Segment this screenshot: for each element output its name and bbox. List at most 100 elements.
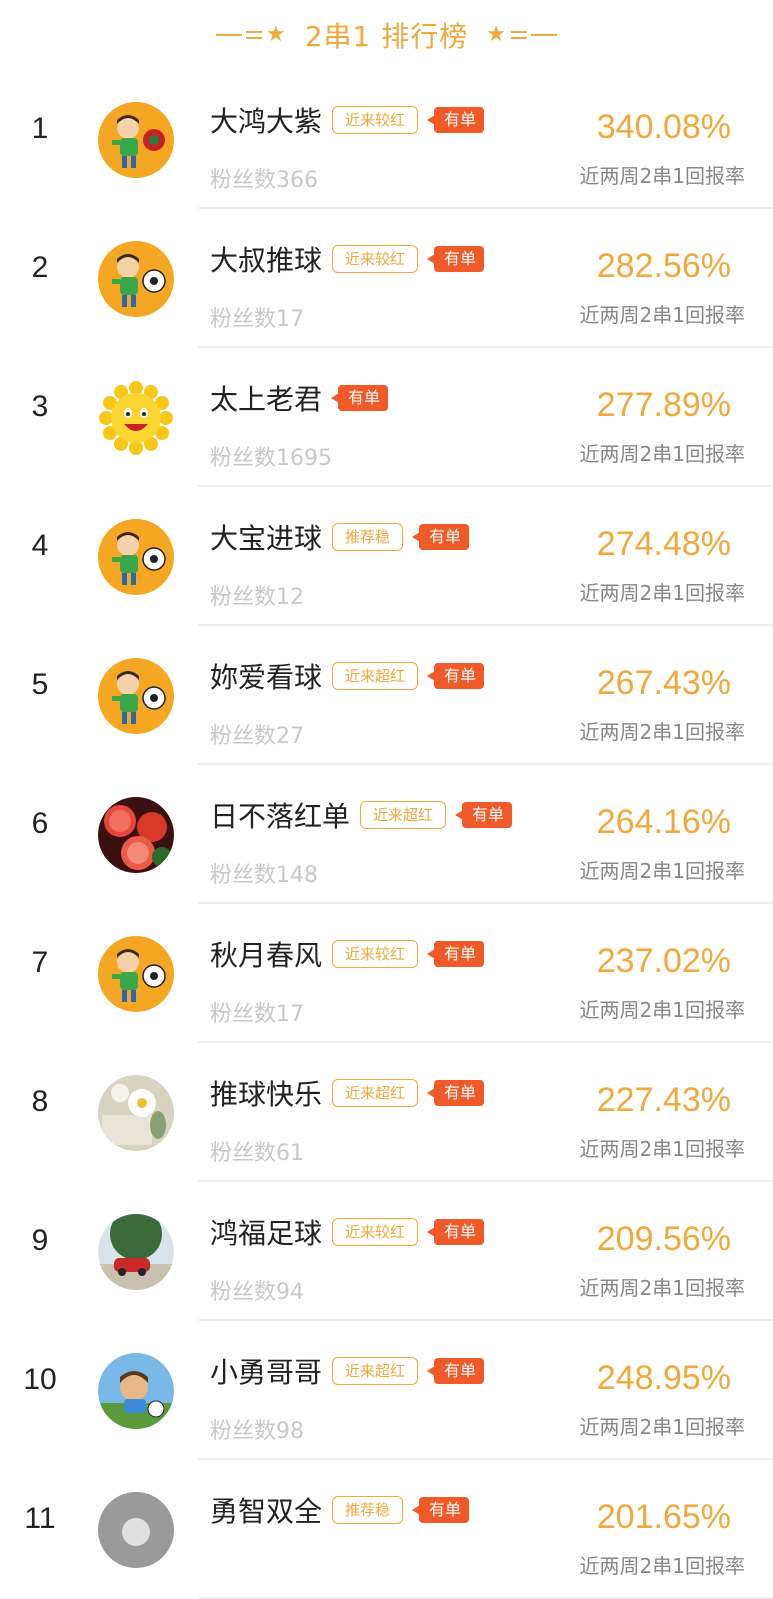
user-name[interactable]: 小勇哥哥: [210, 1351, 322, 1391]
fan-count: 粉丝数61: [210, 1141, 304, 1166]
right-decoration-icon: ★: [486, 24, 557, 46]
return-rate: 264.16%: [596, 803, 731, 841]
avatar[interactable]: [98, 1214, 174, 1290]
ranking-row[interactable]: 7 秋月春风 近来较红 有单 粉丝数17 237.02% 近两周2串1回报率: [0, 904, 773, 1043]
avatar[interactable]: [98, 1353, 174, 1429]
status-tag: 近来超红: [332, 662, 419, 690]
status-tag: 近来较红: [332, 245, 419, 273]
fan-count: 粉丝数148: [210, 863, 318, 888]
return-rate-label: 近两周2串1回报率: [579, 1554, 745, 1578]
return-rate-label: 近两周2串1回报率: [579, 164, 745, 188]
return-rate: 282.56%: [596, 247, 731, 285]
rank-number: 5: [31, 668, 49, 701]
rank-number: 4: [31, 529, 49, 562]
left-decoration-icon: ★: [216, 24, 287, 46]
status-tag: 近来超红: [332, 1357, 419, 1385]
ranking-row[interactable]: 1 大鸿大紫 近来较红 有单 粉丝数366 340.08% 近两周2串1回报率: [0, 70, 773, 209]
avatar[interactable]: [98, 658, 174, 734]
ranking-row[interactable]: 6 日不落红单 近来超红 有单 粉丝数148 264.16% 近两周2串1回报率: [0, 765, 773, 904]
user-name[interactable]: 勇智双全: [210, 1490, 322, 1530]
rank-number: 10: [23, 1363, 57, 1396]
avatar[interactable]: [98, 380, 174, 456]
rank-number: 11: [24, 1502, 56, 1535]
user-name[interactable]: 大宝进球: [210, 517, 322, 557]
ranking-row[interactable]: 10 小勇哥哥 近来超红 有单 粉丝数98 248.95% 近两周2串1回报率: [0, 1321, 773, 1460]
has-order-badge[interactable]: 有单: [427, 1358, 485, 1384]
name-line: 秋月春风 近来较红 有单: [210, 934, 485, 974]
has-order-badge[interactable]: 有单: [455, 802, 513, 828]
user-name[interactable]: 太上老君: [210, 378, 322, 418]
fan-count: 粉丝数94: [210, 1280, 304, 1305]
return-rate: 274.48%: [596, 525, 731, 563]
ranking-row[interactable]: 8 推球快乐 近来超红 有单 粉丝数61 227.43% 近两周2串1回报率: [0, 1043, 773, 1182]
status-tag: 推荐稳: [332, 523, 404, 551]
avatar[interactable]: [98, 1492, 174, 1568]
avatar[interactable]: [98, 797, 174, 873]
fan-count: 粉丝数17: [210, 307, 304, 332]
name-line: 大鸿大紫 近来较红 有单: [210, 100, 485, 140]
avatar[interactable]: [98, 519, 174, 595]
avatar[interactable]: [98, 1075, 174, 1151]
has-order-badge[interactable]: 有单: [427, 941, 485, 967]
status-tag: 近来较红: [332, 1218, 419, 1246]
return-rate-label: 近两周2串1回报率: [579, 998, 745, 1022]
avatar[interactable]: [98, 241, 174, 317]
status-tag: 近来较红: [332, 106, 419, 134]
fan-count: 粉丝数12: [210, 585, 304, 610]
return-rate-label: 近两周2串1回报率: [579, 859, 745, 883]
has-order-badge[interactable]: 有单: [427, 246, 485, 272]
ranking-row[interactable]: 3 太上老君 有单 粉丝数1695 277.89% 近两周2串1回报率: [0, 348, 773, 487]
ranking-row[interactable]: 11 勇智双全 推荐稳 有单 201.65% 近两周2串1回报率: [0, 1460, 773, 1599]
name-line: 妳爱看球 近来超红 有单: [210, 656, 485, 696]
rank-number: 8: [31, 1085, 49, 1118]
user-name[interactable]: 秋月春风: [210, 934, 322, 974]
user-name[interactable]: 推球快乐: [210, 1073, 322, 1113]
return-rate: 267.43%: [596, 664, 731, 702]
has-order-badge[interactable]: 有单: [412, 1497, 470, 1523]
user-name[interactable]: 妳爱看球: [210, 656, 322, 696]
ranking-header: ★ 2串1 排行榜 ★: [0, 0, 773, 70]
name-line: 大叔推球 近来较红 有单: [210, 239, 485, 279]
return-rate: 201.65%: [596, 1498, 731, 1536]
rank-number: 9: [31, 1224, 49, 1257]
avatar[interactable]: [98, 936, 174, 1012]
rank-number: 6: [31, 807, 49, 840]
rank-number: 7: [31, 946, 49, 979]
name-line: 推球快乐 近来超红 有单: [210, 1073, 485, 1113]
user-name[interactable]: 大叔推球: [210, 239, 322, 279]
fan-count: 粉丝数17: [210, 1002, 304, 1027]
has-order-badge[interactable]: 有单: [427, 107, 485, 133]
page-title: 2串1 排行榜: [304, 20, 469, 53]
has-order-badge[interactable]: 有单: [427, 663, 485, 689]
has-order-badge[interactable]: 有单: [427, 1080, 485, 1106]
status-tag: 推荐稳: [332, 1496, 404, 1524]
return-rate: 227.43%: [596, 1081, 731, 1119]
user-name[interactable]: 日不落红单: [210, 795, 350, 835]
return-rate-label: 近两周2串1回报率: [579, 1137, 745, 1161]
has-order-badge[interactable]: 有单: [412, 524, 470, 550]
fan-count: 粉丝数98: [210, 1419, 304, 1444]
user-name[interactable]: 鸿福足球: [210, 1212, 322, 1252]
return-rate: 277.89%: [596, 386, 731, 424]
status-tag: 近来超红: [360, 801, 447, 829]
ranking-row[interactable]: 9 鸿福足球 近来较红 有单 粉丝数94 209.56% 近两周2串1回报率: [0, 1182, 773, 1321]
fan-count: 粉丝数27: [210, 724, 304, 749]
has-order-badge[interactable]: 有单: [427, 1219, 485, 1245]
name-line: 太上老君 有单: [210, 378, 389, 418]
fan-count: 粉丝数1695: [210, 446, 332, 471]
ranking-row[interactable]: 2 大叔推球 近来较红 有单 粉丝数17 282.56% 近两周2串1回报率: [0, 209, 773, 348]
ranking-row[interactable]: 4 大宝进球 推荐稳 有单 粉丝数12 274.48% 近两周2串1回报率: [0, 487, 773, 626]
avatar[interactable]: [98, 102, 174, 178]
rank-number: 2: [31, 251, 49, 284]
name-line: 勇智双全 推荐稳 有单: [210, 1490, 470, 1530]
fan-count: 粉丝数366: [210, 168, 318, 193]
name-line: 日不落红单 近来超红 有单: [210, 795, 513, 835]
name-line: 鸿福足球 近来较红 有单: [210, 1212, 485, 1252]
ranking-row[interactable]: 5 妳爱看球 近来超红 有单 粉丝数27 267.43% 近两周2串1回报率: [0, 626, 773, 765]
has-order-badge[interactable]: 有单: [331, 385, 389, 411]
status-tag: 近来超红: [332, 1079, 419, 1107]
return-rate-label: 近两周2串1回报率: [579, 720, 745, 744]
rank-number: 1: [31, 112, 49, 145]
user-name[interactable]: 大鸿大紫: [210, 100, 322, 140]
return-rate: 340.08%: [596, 108, 731, 146]
